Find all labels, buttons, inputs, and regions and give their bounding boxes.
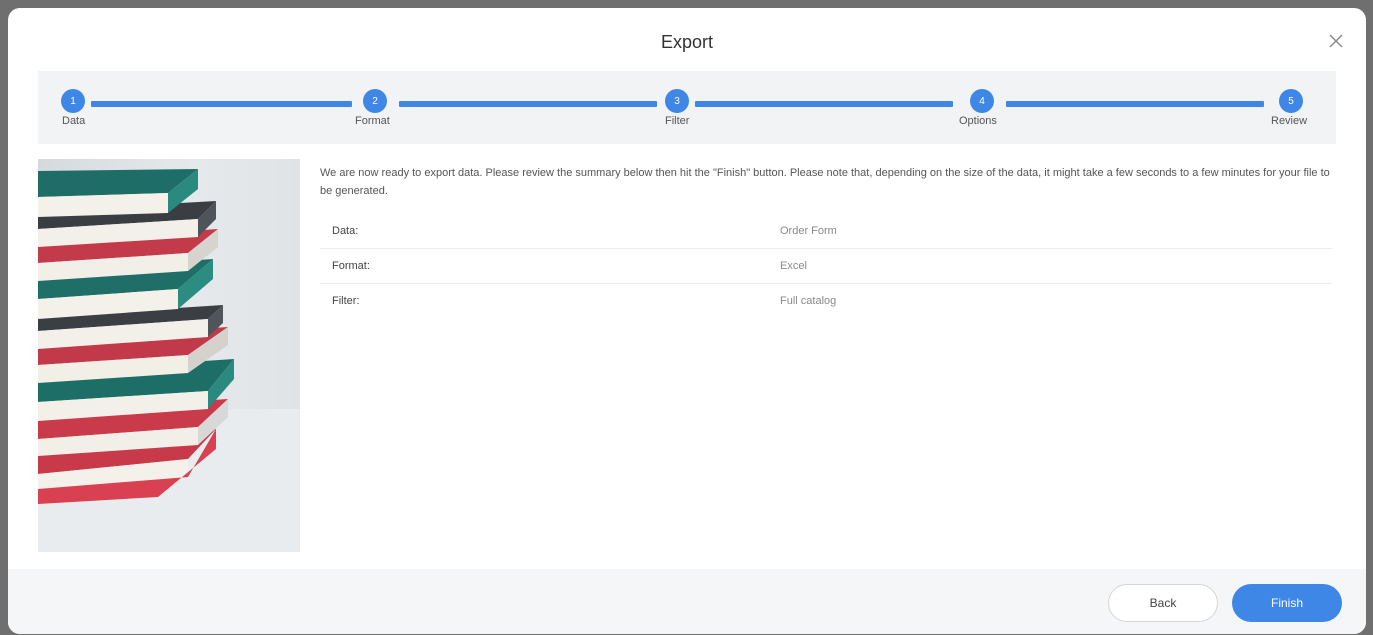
step-2-circle[interactable]: 2 [363, 89, 387, 113]
step-connector [399, 101, 657, 107]
close-button[interactable] [1325, 30, 1347, 52]
step-1-circle[interactable]: 1 [61, 89, 85, 113]
summary-row: Format: Excel [320, 249, 1332, 284]
step-5-label: Review [1271, 115, 1308, 127]
step-5-circle[interactable]: 5 [1279, 89, 1303, 113]
step-connector [91, 101, 352, 107]
dialog-title: Export [660, 32, 714, 52]
back-button[interactable]: Back [1108, 584, 1218, 622]
step-connector [695, 101, 953, 107]
summary-value: Excel [780, 260, 807, 272]
summary-table: Data: Order Form Format: Excel Filter: F… [320, 214, 1332, 318]
step-1-label: Data [62, 115, 86, 127]
step-3-label: Filter [665, 115, 690, 127]
summary-value: Order Form [780, 225, 837, 237]
finish-button[interactable]: Finish [1232, 584, 1342, 622]
step-4-circle[interactable]: 4 [970, 89, 994, 113]
intro-text: We are now ready to export data. Please … [320, 167, 1330, 197]
dialog-footer: Back Finish [8, 569, 1366, 634]
books-illustration [38, 159, 300, 552]
step-4-label: Options [959, 115, 997, 127]
summary-key: Filter: [332, 295, 360, 307]
step-connector [1006, 101, 1264, 107]
close-icon [1329, 34, 1343, 48]
summary-value: Full catalog [780, 295, 837, 307]
summary-key: Format: [332, 260, 370, 272]
stepper: 1 2 3 4 5 Data Format Filter Options Rev… [38, 71, 1336, 144]
export-dialog: Export 1 2 3 4 5 Data Format Filter Opti… [8, 8, 1366, 634]
step-3-circle[interactable]: 3 [665, 89, 689, 113]
summary-key: Data: [332, 225, 359, 237]
summary-row: Data: Order Form [320, 214, 1332, 249]
step-2-label: Format [355, 115, 390, 127]
summary-row: Filter: Full catalog [320, 284, 1332, 318]
